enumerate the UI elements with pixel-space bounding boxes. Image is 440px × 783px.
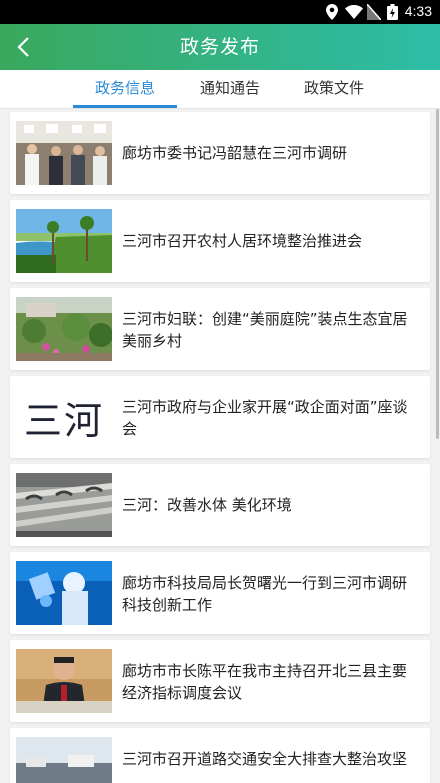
- tab-indicator: [73, 105, 177, 108]
- news-thumbnail: [16, 473, 112, 537]
- tab-label: 政务信息: [94, 79, 155, 97]
- news-item[interactable]: 廊坊市委书记冯韶慧在三河市调研: [10, 112, 430, 194]
- news-item[interactable]: 三河：改善水体 美化环境: [10, 464, 430, 546]
- news-title: 廊坊市市长陈平在我市主持召开北三县主要经济指标调度会议: [122, 662, 408, 702]
- news-item[interactable]: 三河市妇联：创建“美丽庭院”装点生态宜居美丽乡村: [10, 288, 430, 370]
- news-list: 廊坊市委书记冯韶慧在三河市调研 三河市召开农村人居环境整治推进会 三河市妇联：创…: [0, 109, 440, 783]
- wifi-icon: [345, 5, 363, 19]
- tab-label: 通知通告: [199, 79, 260, 97]
- status-bar: 4:33: [0, 0, 440, 24]
- news-item[interactable]: 三河 三河市政府与企业家开展“政企面对面”座谈会: [10, 376, 430, 458]
- news-thumbnail: [16, 561, 112, 625]
- tab-gov-info[interactable]: 政务信息: [73, 70, 177, 108]
- no-sim-icon: [367, 4, 381, 20]
- news-item[interactable]: 三河市召开农村人居环境整治推进会: [10, 200, 430, 282]
- news-thumbnail: [16, 649, 112, 713]
- news-title: 廊坊市科技局局长贺曙光一行到三河市调研科技创新工作: [122, 574, 408, 614]
- status-time: 4:33: [404, 3, 432, 19]
- page-title: 政务发布: [179, 36, 260, 58]
- tab-label: 政策文件: [303, 79, 364, 97]
- news-item[interactable]: 廊坊市市长陈平在我市主持召开北三县主要经济指标调度会议: [10, 640, 430, 722]
- thumbnail-caption: 三河: [23, 398, 104, 443]
- tab-policy-docs[interactable]: 政策文件: [286, 70, 382, 108]
- location-icon: [326, 4, 338, 20]
- news-thumbnail: [16, 297, 112, 361]
- tab-notices[interactable]: 通知通告: [182, 70, 278, 108]
- news-thumbnail: [16, 209, 112, 273]
- news-title: 三河市召开农村人居环境整治推进会: [122, 232, 363, 250]
- battery-icon: [387, 4, 398, 20]
- news-item[interactable]: 廊坊市科技局局长贺曙光一行到三河市调研科技创新工作: [10, 552, 430, 634]
- news-title: 三河市召开道路交通安全大排查大整治攻坚: [122, 750, 408, 768]
- news-thumbnail: [16, 121, 112, 185]
- news-title: 三河：改善水体 美化环境: [122, 496, 292, 514]
- news-title: 三河市政府与企业家开展“政企面对面”座谈会: [122, 398, 408, 438]
- news-title: 廊坊市委书记冯韶慧在三河市调研: [122, 144, 348, 162]
- news-thumbnail: [16, 737, 112, 783]
- tab-bar: 政务信息 通知通告 政策文件: [0, 70, 440, 109]
- scrollbar[interactable]: [436, 109, 439, 439]
- news-title: 三河市妇联：创建“美丽庭院”装点生态宜居美丽乡村: [122, 310, 408, 350]
- news-item[interactable]: 三河市召开道路交通安全大排查大整治攻坚: [10, 728, 430, 783]
- app-bar: 政务发布: [0, 24, 440, 70]
- news-thumbnail: 三河: [16, 385, 112, 449]
